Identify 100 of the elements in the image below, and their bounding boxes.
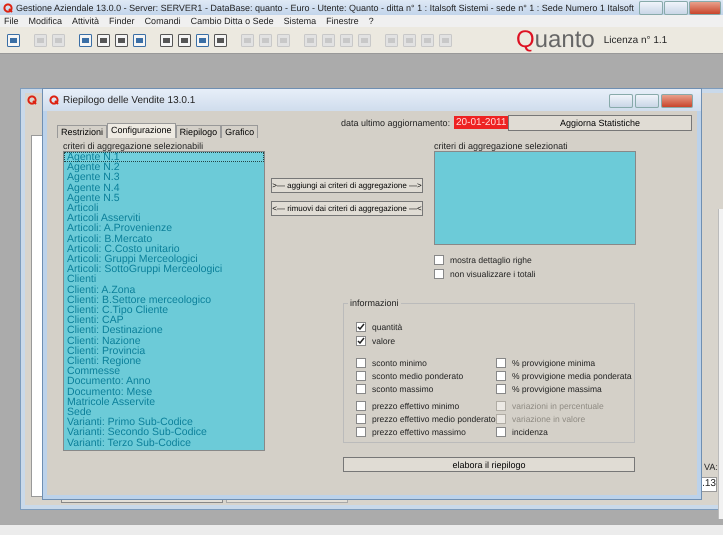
list-label: criteri di aggregazione selezionati — [434, 141, 568, 151]
menu-item[interactable]: Finestre — [326, 16, 359, 26]
toolbar-tool-icon[interactable] — [213, 32, 228, 48]
list-item[interactable]: Clienti: CAP — [64, 315, 264, 326]
field-label: VA: — [704, 462, 718, 472]
menu-item[interactable]: Attività — [72, 16, 100, 26]
list-item[interactable]: Articoli: C.Costo unitario — [64, 244, 264, 254]
checkbox-label: % provvigione minima — [512, 358, 596, 368]
checkbox[interactable] — [434, 255, 444, 265]
checkbox[interactable] — [356, 414, 366, 424]
list-item[interactable]: Clienti: Regione — [64, 356, 264, 366]
list-item[interactable]: Agente N.1 — [64, 152, 264, 162]
checkbox-label: incidenza — [512, 427, 548, 437]
quanto-logo: Quanto — [516, 28, 595, 52]
menu-item[interactable]: File — [4, 16, 19, 26]
maximize-button[interactable] — [664, 1, 688, 15]
checkbox[interactable] — [496, 358, 506, 368]
window-title: Gestione Aziendale 13.0.0 - Server: SERVER1 - DataBase: quanto - Euro - Utente: Quanto - ditta n° 1 : Italsoft Sistemi - sede n° 1 : Sede Numero 1 Italsoft — [16, 2, 634, 12]
list-item[interactable]: Agente N.5 — [64, 192, 264, 204]
list-item[interactable]: Agente N.4 — [64, 182, 264, 193]
close-button[interactable] — [689, 1, 721, 15]
checkbox[interactable] — [356, 427, 366, 437]
toolbar-tool-icon[interactable] — [195, 32, 210, 48]
list-item[interactable]: Articoli: A.Provenienze — [64, 223, 264, 234]
date-label: data ultimo aggiornamento: — [341, 118, 450, 128]
remove-button[interactable]: <— rimuovi dai criteri di aggregazione —< — [271, 201, 423, 216]
q-logo-icon — [27, 95, 37, 105]
tab[interactable]: Restrizioni — [57, 125, 108, 138]
checkbox-label: valore — [372, 336, 396, 346]
list-item[interactable]: Clienti: Provincia — [64, 346, 264, 356]
list-item[interactable]: Varianti: Terzo Sub-Codice — [64, 438, 264, 448]
toolbar-tool-icon[interactable] — [96, 32, 111, 48]
list-item[interactable]: Agente N.3 — [64, 172, 264, 183]
q-logo-icon — [49, 95, 59, 105]
q-logo-icon — [3, 2, 13, 12]
checkbox-label: mostra dettaglio righe — [450, 255, 532, 265]
menu-item[interactable]: Finder — [109, 16, 135, 26]
checkbox-label: prezzo effettivo massimo — [372, 427, 466, 437]
license-text: Licenza n° 1.1 — [604, 34, 668, 46]
dialog-title: Riepilogo delle Vendite 13.0.1 — [63, 94, 196, 106]
list-item[interactable]: Clienti: C.Tipo Cliente — [64, 305, 264, 316]
list-item[interactable]: Clienti: A.Zona — [64, 284, 264, 295]
checkbox-label: quantità — [372, 322, 402, 332]
checkbox-label: % provvigione media ponderata — [512, 371, 632, 381]
maximize-button[interactable] — [635, 94, 659, 108]
date-value: 20-01-2011 — [454, 116, 508, 129]
list-item[interactable]: Articoli — [64, 203, 264, 214]
list-item[interactable]: Clienti: B.Settore merceologico — [64, 294, 264, 306]
list-item[interactable]: Documento: Anno — [64, 376, 264, 387]
menu-item[interactable]: Sistema — [284, 16, 316, 26]
list-item[interactable]: Articoli: Gruppi Merceologici — [64, 254, 264, 264]
list-item[interactable]: Matricole Asservite — [64, 396, 264, 408]
tab[interactable]: Configurazione — [107, 123, 176, 138]
list-item[interactable]: Documento: Mese — [64, 386, 264, 397]
list-item[interactable]: Clienti: Destinazione — [64, 325, 264, 336]
toolbar-tool-icon[interactable] — [6, 32, 21, 48]
checkbox[interactable] — [356, 401, 366, 411]
group-title: informazioni — [348, 298, 401, 308]
list-item[interactable]: Varianti: Secondo Sub-Codice — [64, 427, 264, 438]
list-item[interactable]: Clienti: Nazione — [64, 336, 264, 346]
checkbox-label: prezzo effettivo medio ponderato — [372, 414, 496, 424]
close-button[interactable] — [661, 94, 693, 108]
run-button[interactable]: elabora il riepilogo — [343, 457, 635, 472]
menu-item[interactable]: Comandi — [144, 16, 181, 26]
checkbox-label: variazioni in percentuale — [512, 401, 604, 411]
list-item[interactable]: Agente N.2 — [64, 162, 264, 172]
list-item[interactable]: Articoli: SottoGruppi Merceologici — [64, 264, 264, 274]
toolbar-tool-icon[interactable] — [78, 32, 93, 48]
checkbox[interactable] — [496, 371, 506, 381]
toolbar-tool-icon[interactable] — [177, 32, 192, 48]
toolbar-tool-icon[interactable] — [159, 32, 174, 48]
menu-item[interactable]: Cambio Ditta o Sede — [190, 16, 274, 26]
update-button[interactable]: Aggiorna Statistiche — [508, 115, 692, 131]
toolbar-tool-icon[interactable] — [132, 32, 147, 48]
minimize-button[interactable] — [639, 1, 663, 15]
tab[interactable]: Grafico — [221, 125, 258, 138]
checkbox[interactable] — [496, 384, 506, 394]
tab[interactable]: Riepilogo — [176, 125, 222, 138]
checkbox[interactable] — [356, 358, 366, 368]
checkbox[interactable] — [356, 336, 366, 346]
list-item[interactable]: Articoli Asserviti — [64, 213, 264, 224]
checkbox-label: % provvigione massima — [512, 384, 602, 394]
list-item[interactable]: Sede — [64, 407, 264, 418]
checkbox-label: variazione in valore — [512, 414, 586, 424]
list-item[interactable]: Commesse — [64, 366, 264, 376]
list-item[interactable]: Clienti — [64, 274, 264, 285]
checkbox[interactable] — [496, 427, 506, 437]
checkbox[interactable] — [434, 269, 444, 279]
list-item[interactable]: Articoli: B.Mercato — [64, 234, 264, 244]
list-item[interactable]: Varianti: Primo Sub-Codice — [64, 417, 264, 428]
toolbar-tool-icon[interactable] — [114, 32, 129, 48]
menu-item[interactable]: Modifica — [28, 16, 62, 26]
menu-item[interactable]: ? — [368, 16, 374, 26]
checkbox[interactable] — [356, 322, 366, 332]
checkbox-label: sconto minimo — [372, 358, 427, 368]
checkbox[interactable] — [356, 371, 366, 381]
add-button[interactable]: >— aggiungi ai criteri di aggregazione —> — [271, 178, 423, 193]
checkbox[interactable] — [356, 384, 366, 394]
minimize-button[interactable] — [609, 94, 633, 108]
checkbox-label: non visualizzare i totali — [450, 269, 536, 279]
